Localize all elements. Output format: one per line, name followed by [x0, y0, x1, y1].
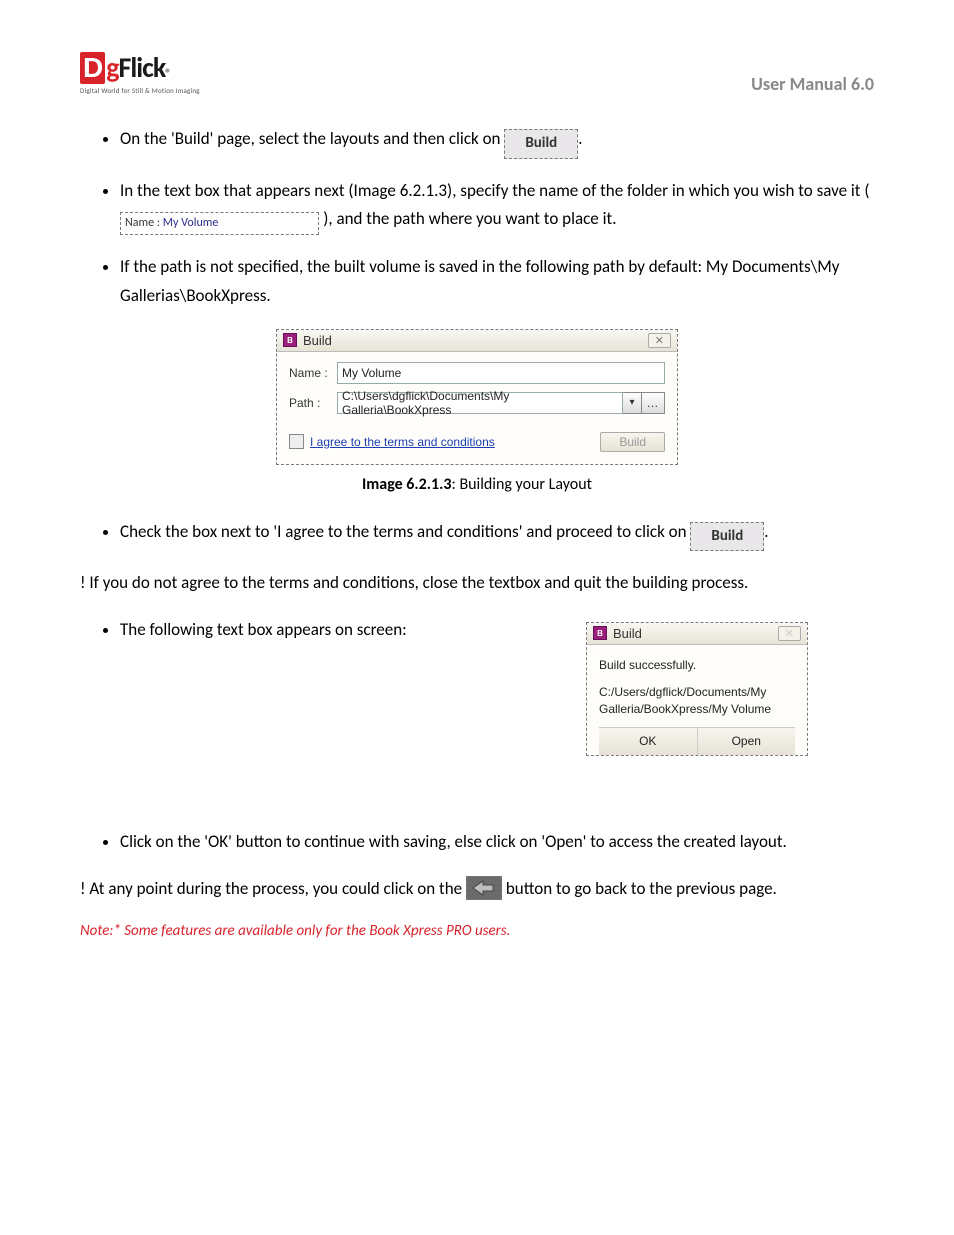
logo-d: D [80, 52, 105, 84]
bullet-2: In the text box that appears next (Image… [120, 177, 874, 235]
caption-bold: Image 6.2.1.3 [362, 475, 452, 494]
logo-tagline: Digital World for Still & Motion Imaging [80, 86, 200, 95]
build-button-chip[interactable]: Build [504, 129, 578, 159]
logo-registered: ® [165, 67, 170, 81]
warning-2-a: ! At any point during the process, you c… [80, 878, 466, 899]
name-input[interactable]: My Volume [337, 362, 665, 384]
dialog-titlebar: B Build ✕ [277, 330, 677, 352]
build-button[interactable]: Build [600, 432, 665, 452]
warning-2-b: button to go back to the previous page. [506, 878, 777, 899]
build-success-dialog: B Build ✕ Build successfully. C:/Users/d… [586, 622, 808, 756]
app-icon: B [593, 626, 607, 640]
logo-g: g [106, 50, 118, 85]
back-button-icon[interactable] [466, 876, 502, 900]
bullet-2-text-b: ), and the path where you want to place … [323, 208, 616, 229]
caption-text: : Building your Layout [452, 475, 592, 494]
path-dropdown-icon[interactable]: ▾ [623, 392, 642, 414]
page-header: DgFlick® Digital World for Still & Motio… [80, 50, 874, 95]
bullet-4-text-b: . [764, 521, 768, 542]
build-button-chip-2[interactable]: Build [690, 522, 764, 552]
bullet-4: Check the box next to 'I agree to the te… [120, 518, 874, 552]
ok-button[interactable]: OK [599, 728, 697, 755]
name-chip-value: My Volume [163, 216, 219, 230]
image-caption: Image 6.2.1.3: Building your Layout [80, 475, 874, 494]
terms-checkbox[interactable] [289, 434, 304, 449]
bullet-1: On the 'Build' page, select the layouts … [120, 125, 874, 159]
close-icon[interactable]: ✕ [648, 333, 671, 348]
close-icon[interactable]: ✕ [778, 626, 801, 641]
build-dialog: B Build ✕ Name : My Volume Path : C:\Use… [276, 329, 678, 465]
manual-title: User Manual 6.0 [751, 73, 874, 95]
name-chip-label: Name : [125, 216, 160, 230]
dialog2-titlebar: B Build ✕ [587, 623, 807, 645]
bullet-1-text-a: On the 'Build' page, select the layouts … [120, 128, 500, 149]
logo: DgFlick® Digital World for Still & Motio… [80, 50, 200, 95]
bullet-1-text-b: . [578, 128, 582, 149]
name-label: Name : [289, 366, 337, 380]
bullet-3: If the path is not specified, the built … [120, 253, 874, 311]
dialog2-title: Build [613, 626, 642, 641]
open-button[interactable]: Open [697, 728, 796, 755]
note-text: Note:* Some features are available only … [80, 922, 874, 940]
bullet-2-text-a: In the text box that appears next (Image… [120, 180, 870, 201]
warning-2: ! At any point during the process, you c… [80, 875, 874, 904]
app-icon: B [283, 333, 297, 347]
terms-link[interactable]: I agree to the terms and conditions [310, 435, 495, 449]
path-input[interactable]: C:\Users\dgflick\Documents\My Galleria\B… [337, 392, 623, 414]
logo-flick: Flick [119, 50, 166, 85]
bullet-6: Click on the 'OK' button to continue wit… [120, 828, 874, 857]
path-label: Path : [289, 396, 337, 410]
dialog-title: Build [303, 333, 332, 348]
browse-button[interactable]: … [642, 392, 665, 414]
success-message: Build successfully. [599, 657, 795, 674]
warning-1: ! If you do not agree to the terms and c… [80, 569, 874, 598]
success-path: C:/Users/dgflick/Documents/My Galleria/B… [599, 684, 795, 718]
name-field-chip[interactable]: Name : My Volume [120, 212, 319, 234]
bullet-4-text-a: Check the box next to 'I agree to the te… [120, 521, 687, 542]
